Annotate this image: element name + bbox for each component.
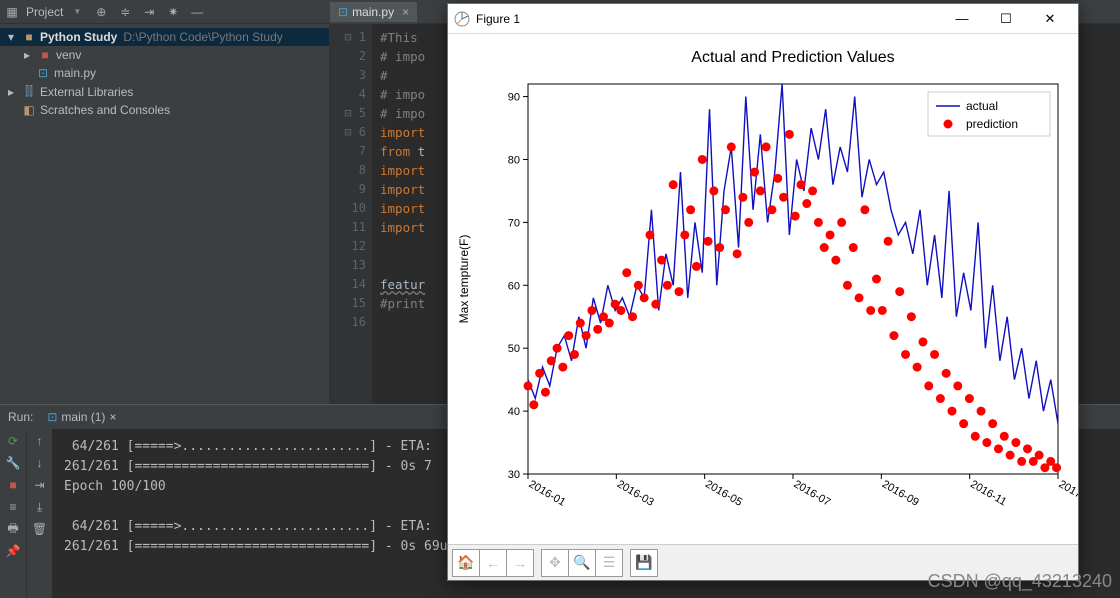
- wrench-icon[interactable]: 🔧: [5, 455, 21, 471]
- project-tool-title[interactable]: Project: [20, 5, 69, 19]
- python-file-icon: ⊡: [36, 66, 50, 80]
- up-icon[interactable]: ↑: [32, 433, 48, 449]
- svg-text:2016-05: 2016-05: [703, 478, 744, 509]
- svg-text:50: 50: [508, 343, 520, 355]
- run-tab[interactable]: ⊡ main (1) ×: [41, 408, 122, 426]
- svg-text:prediction: prediction: [966, 117, 1018, 131]
- tree-root[interactable]: ▾ ■ Python Study D:\Python Code\Python S…: [0, 28, 329, 46]
- tree-item-label: main.py: [54, 66, 96, 80]
- python-file-icon: ⊡: [338, 5, 348, 19]
- down-icon[interactable]: ↓: [32, 455, 48, 471]
- svg-text:Actual and Prediction Values: Actual and Prediction Values: [691, 49, 894, 66]
- tab-label: main.py: [352, 5, 394, 19]
- scroll-icon[interactable]: ⤓: [32, 499, 48, 515]
- tree-external-libs[interactable]: ▸ ⫿⫿ External Libraries: [0, 82, 329, 101]
- home-icon[interactable]: 🏠: [452, 549, 480, 577]
- back-icon[interactable]: ←: [479, 549, 507, 577]
- save-icon[interactable]: 💾: [630, 549, 658, 577]
- rerun-icon[interactable]: ⟳: [5, 433, 21, 449]
- chevron-down-icon[interactable]: ▾: [4, 30, 18, 44]
- chevron-right-icon[interactable]: ▸: [20, 48, 34, 62]
- hide-icon[interactable]: —: [189, 4, 205, 20]
- run-label: Run:: [8, 410, 33, 424]
- maximize-button[interactable]: ☐: [984, 4, 1028, 34]
- forward-icon[interactable]: →: [506, 549, 534, 577]
- tree-root-path: D:\Python Code\Python Study: [123, 30, 282, 44]
- svg-text:2017-01: 2017-01: [1057, 478, 1079, 509]
- tree-item-label: Scratches and Consoles: [40, 103, 170, 117]
- layout-icon[interactable]: ≡: [5, 499, 21, 515]
- collapse-icon[interactable]: ⇥: [141, 4, 157, 20]
- svg-text:actual: actual: [966, 99, 998, 113]
- editor-tab-main[interactable]: ⊡ main.py ×: [330, 2, 417, 22]
- matplotlib-icon: [454, 11, 470, 27]
- figure-canvas[interactable]: Actual and Prediction Values Max tempture…: [448, 34, 1078, 544]
- close-icon[interactable]: ×: [109, 410, 116, 424]
- wrap-icon[interactable]: ⇥: [32, 477, 48, 493]
- close-button[interactable]: ✕: [1028, 4, 1072, 34]
- svg-text:30: 30: [508, 469, 520, 481]
- tree-item-label: External Libraries: [40, 85, 133, 99]
- svg-text:90: 90: [508, 92, 520, 104]
- pan-icon[interactable]: ✥: [541, 549, 569, 577]
- project-tree[interactable]: ▾ ■ Python Study D:\Python Code\Python S…: [0, 24, 330, 404]
- scratch-icon: ◧: [22, 103, 36, 117]
- svg-text:2016-01: 2016-01: [527, 478, 568, 509]
- svg-text:60: 60: [508, 280, 520, 292]
- stop-icon[interactable]: ■: [5, 477, 21, 493]
- gear-icon[interactable]: ✷: [165, 4, 181, 20]
- pin-icon[interactable]: 📌: [5, 543, 21, 559]
- target-icon[interactable]: ⊕: [93, 4, 109, 20]
- svg-text:2016-09: 2016-09: [880, 478, 921, 509]
- chevron-right-icon[interactable]: ▸: [4, 85, 18, 99]
- figure-titlebar[interactable]: Figure 1 — ☐ ✕: [448, 4, 1078, 34]
- svg-text:2016-03: 2016-03: [615, 478, 656, 509]
- tree-item-label: venv: [56, 48, 81, 62]
- svg-text:Max tempture(F): Max tempture(F): [457, 235, 471, 324]
- svg-text:80: 80: [508, 154, 520, 166]
- svg-text:2016-11: 2016-11: [968, 478, 1008, 508]
- tree-root-label: Python Study: [40, 30, 117, 44]
- project-icon: ▦: [4, 4, 20, 20]
- print-icon[interactable]: 🖶: [5, 521, 21, 537]
- figure-toolbar: 🏠 ← → ✥ 🔍 ☰ 💾: [448, 544, 1078, 580]
- svg-text:2016-07: 2016-07: [792, 478, 833, 509]
- tree-scratches[interactable]: ▸ ◧ Scratches and Consoles: [0, 101, 329, 119]
- tree-venv[interactable]: ▸ ■ venv: [0, 46, 329, 64]
- tree-main-file[interactable]: ⊡ main.py: [0, 64, 329, 82]
- line-gutter: ⊟ 1 2 3 4 ⊟ 5 ⊟ 6 7 8 9 10 11 12 13 14 1…: [330, 24, 372, 404]
- minimize-button[interactable]: —: [940, 4, 984, 34]
- run-tab-label: main (1): [61, 410, 105, 424]
- figure-title: Figure 1: [476, 12, 940, 26]
- clear-icon[interactable]: 🗑: [32, 521, 48, 537]
- close-tab-icon[interactable]: ×: [402, 5, 409, 19]
- sort-icon[interactable]: ≑: [117, 4, 133, 20]
- configure-icon[interactable]: ☰: [595, 549, 623, 577]
- zoom-icon[interactable]: 🔍: [568, 549, 596, 577]
- library-icon: ⫿⫿: [22, 84, 36, 99]
- svg-text:40: 40: [508, 406, 520, 418]
- python-file-icon: ⊡: [47, 410, 57, 424]
- svg-text:70: 70: [508, 217, 520, 229]
- figure-window[interactable]: Figure 1 — ☐ ✕ Actual and Prediction Val…: [447, 3, 1079, 581]
- folder-icon: ■: [22, 30, 36, 44]
- folder-icon: ■: [38, 48, 52, 62]
- chevron-down-icon[interactable]: ▼: [73, 7, 81, 16]
